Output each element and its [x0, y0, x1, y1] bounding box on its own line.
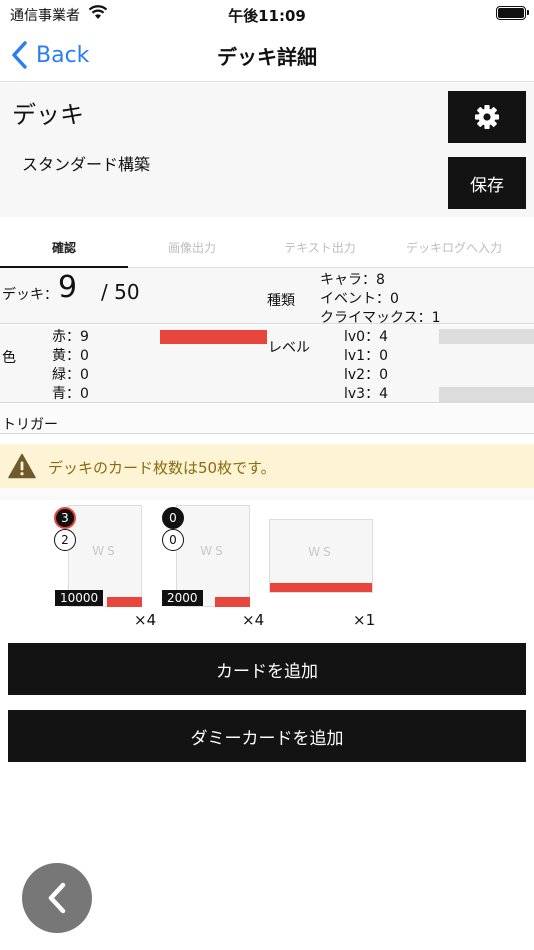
color-green-count: 緑：0 [52, 367, 89, 383]
add-card-button[interactable]: カードを追加 [8, 643, 526, 695]
add-dummy-card-button[interactable]: ダミーカードを追加 [8, 710, 526, 762]
card-type-character: キャラ：8 [320, 272, 385, 288]
tab-image-export[interactable]: 画像出力 [128, 228, 256, 268]
level-1-count: lv1：0 [344, 348, 388, 364]
deck-summary: デッキ： 9 / 50 種類 キャラ：8 イベント：0 クライマックス：1 [0, 268, 534, 326]
battery-icon [496, 6, 529, 20]
card-quantity: ×1 [353, 611, 376, 629]
card-cost-badge: 2 [54, 529, 76, 551]
card-power: 2000 [162, 590, 203, 606]
level-3-bar [439, 387, 534, 402]
tab-confirm[interactable]: 確認 [0, 228, 128, 268]
card-level-badge: 3 [54, 507, 76, 529]
card-placeholder-logo: WS [308, 545, 334, 559]
deck-count-label: デッキ： [2, 287, 58, 303]
settings-button[interactable] [448, 91, 526, 143]
card-color-strip [270, 583, 372, 592]
warning-icon [8, 453, 36, 479]
card-placeholder-logo: WS [200, 544, 226, 558]
warning-text: デッキのカード枚数は50枚です。 [48, 459, 276, 477]
card-type-label: 種類 [267, 293, 295, 309]
warning-banner: デッキのカード枚数は50枚です。 [0, 444, 534, 488]
card-quantity: ×4 [134, 611, 157, 629]
deck-count: 9 [58, 270, 78, 305]
trigger-row: トリガー [0, 404, 534, 434]
tab-decklog-input[interactable]: デッキログへ入力 [384, 228, 534, 268]
back-label: Back [36, 42, 90, 68]
color-red-bar [160, 330, 267, 344]
trigger-label: トリガー [2, 417, 58, 433]
chevron-left-icon [12, 41, 27, 69]
back-button[interactable]: Back [10, 40, 89, 70]
color-level-stats: 色 赤：9 黄：0 緑：0 青：0 レベル lv0：4 lv1：0 lv2：0 … [0, 325, 534, 403]
card-color-strip [215, 597, 250, 607]
card-color-strip [107, 597, 142, 607]
navigation-bar: Back デッキ詳細 [0, 28, 534, 82]
card-type-event: イベント：0 [320, 291, 399, 307]
level-3-count: lv3：4 [344, 386, 388, 402]
clock: 午後11:09 [228, 7, 306, 25]
deck-format: スタンダード構築 [22, 155, 151, 174]
card-power: 10000 [55, 590, 104, 606]
color-label: 色 [2, 350, 16, 366]
level-0-bar [439, 329, 534, 344]
tab-bar: 確認 画像出力 テキスト出力 デッキログへ入力 [0, 228, 534, 268]
deck-max: / 50 [101, 280, 140, 304]
status-bar: 通信事業者 午後11:09 [0, 0, 534, 28]
tab-text-export[interactable]: テキスト出力 [256, 228, 384, 268]
chevron-left-icon [48, 882, 66, 914]
save-button[interactable]: 保存 [448, 157, 526, 209]
color-yellow-count: 黄：0 [52, 348, 89, 364]
gear-icon [475, 105, 499, 129]
color-blue-count: 青：0 [52, 386, 89, 402]
level-0-count: lv0：4 [344, 329, 388, 345]
card-quantity: ×4 [242, 611, 265, 629]
floating-back-button[interactable] [22, 863, 92, 933]
deck-header: デッキ スタンダード構築 保存 [0, 83, 534, 217]
color-red-count: 赤：9 [52, 329, 89, 345]
card-tile[interactable]: WS [269, 519, 373, 593]
card-placeholder-logo: WS [92, 544, 118, 558]
deck-name: デッキ [12, 101, 84, 129]
card-cost-badge: 0 [162, 529, 184, 551]
level-label: レベル [268, 340, 310, 356]
level-2-count: lv2：0 [344, 367, 388, 383]
card-level-badge: 0 [162, 507, 184, 529]
card-type-climax: クライマックス：1 [320, 310, 441, 326]
